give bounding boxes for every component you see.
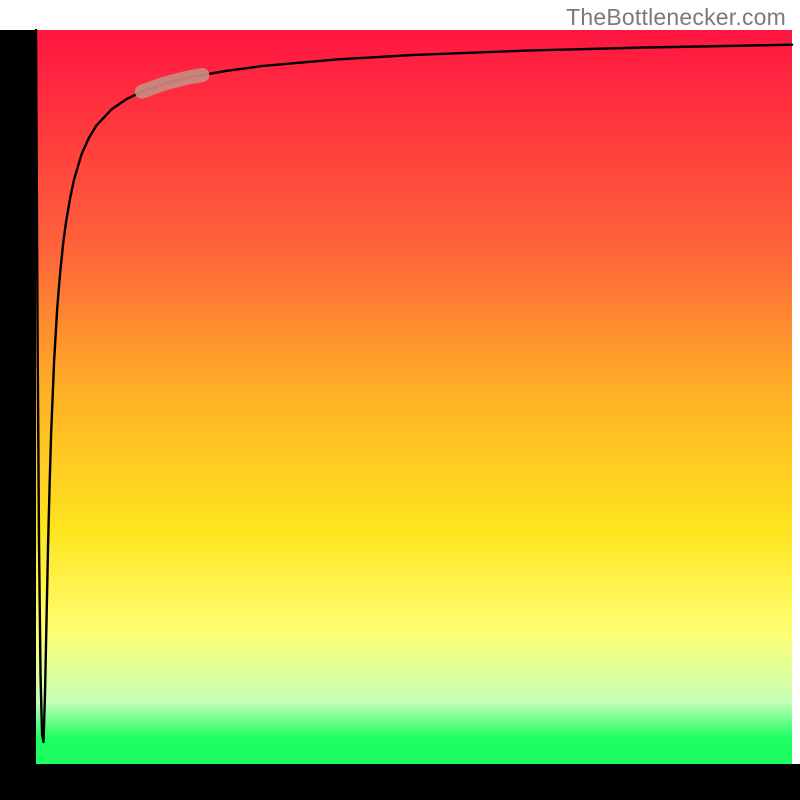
watermark-label: TheBottlenecker.com bbox=[566, 4, 786, 31]
plot-background bbox=[36, 30, 792, 764]
plot-area bbox=[0, 30, 800, 800]
x-axis-bar bbox=[0, 764, 800, 800]
chart-stage: TheBottlenecker.com bbox=[0, 0, 800, 800]
y-axis-bar bbox=[0, 30, 36, 800]
bottleneck-chart bbox=[0, 0, 800, 800]
